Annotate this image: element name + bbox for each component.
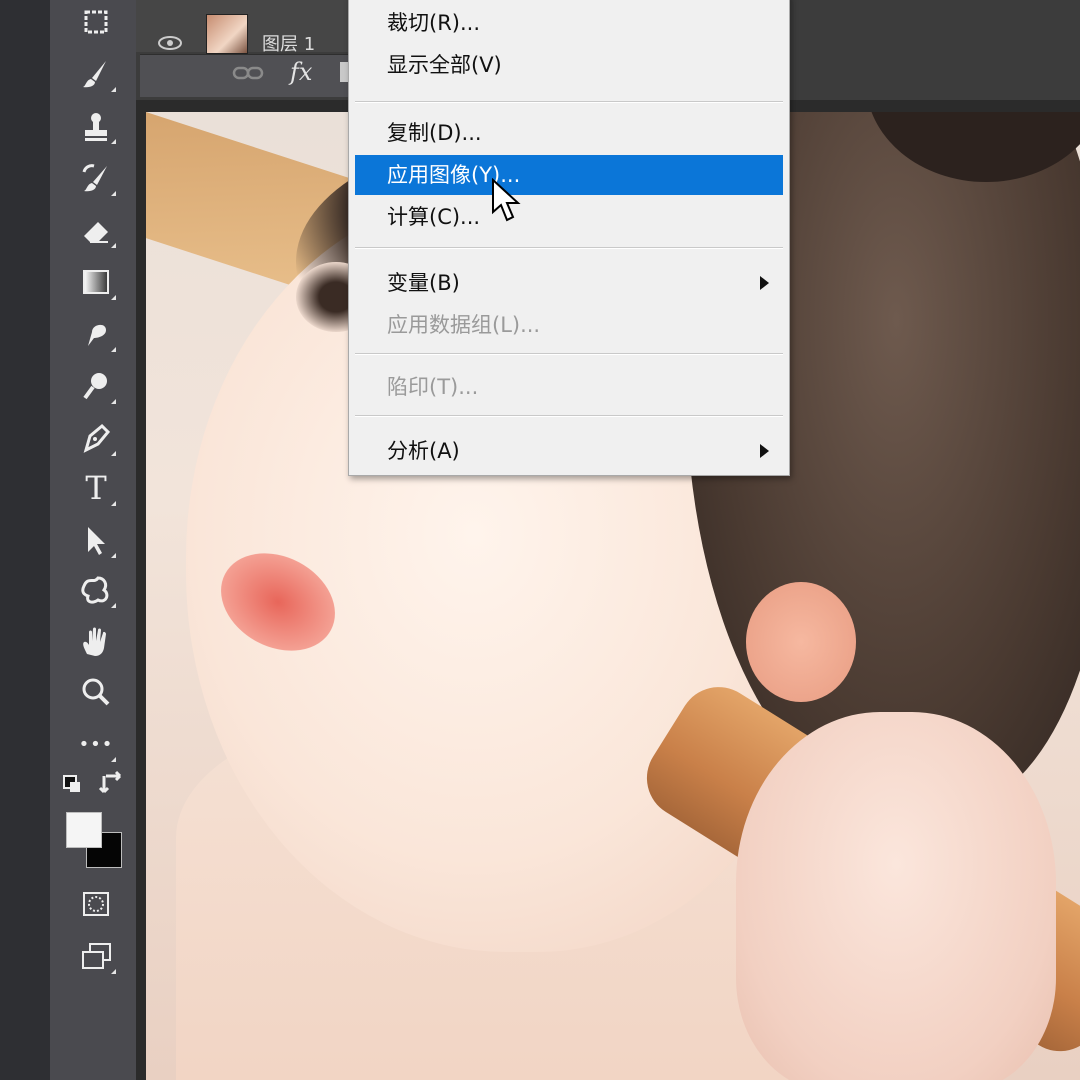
hand-icon[interactable] bbox=[74, 620, 118, 664]
menu-item-reveal-all[interactable]: 显示全部(V) bbox=[355, 45, 783, 85]
type-tool-glyph: T bbox=[85, 469, 107, 507]
submenu-arrow-icon bbox=[760, 276, 769, 290]
path-select-icon[interactable] bbox=[74, 518, 118, 562]
stamp-icon[interactable] bbox=[74, 104, 118, 148]
dodge-icon[interactable] bbox=[74, 364, 118, 408]
menu-item-apply-data-set: 应用数据组(L)... bbox=[387, 313, 541, 337]
eraser-icon[interactable] bbox=[74, 208, 118, 252]
menu-item-trim[interactable]: 裁切(R)... bbox=[355, 3, 783, 43]
submenu-arrow-icon bbox=[760, 444, 769, 458]
default-colors-icon[interactable] bbox=[58, 770, 88, 800]
menu-item-calculations[interactable]: 计算(C)... bbox=[355, 197, 783, 237]
menu-separator bbox=[355, 415, 783, 417]
more-icon[interactable]: ••• bbox=[74, 722, 118, 766]
visibility-eye-icon[interactable] bbox=[158, 36, 182, 50]
menu-item-analysis-label: 分析(A) bbox=[387, 439, 460, 463]
menu-item-variables-label: 变量(B) bbox=[387, 271, 460, 295]
gradient-icon[interactable] bbox=[74, 260, 118, 304]
custom-shape-icon[interactable] bbox=[74, 568, 118, 612]
menu-separator bbox=[355, 247, 783, 249]
layer-thumbnail[interactable] bbox=[206, 14, 248, 54]
left-gutter bbox=[0, 0, 50, 1080]
menu-item-duplicate[interactable]: 复制(D)... bbox=[355, 113, 783, 153]
mouse-cursor-icon bbox=[492, 178, 521, 222]
brush-icon[interactable] bbox=[74, 52, 118, 96]
menu-item-analysis[interactable]: 分析(A) bbox=[355, 431, 783, 471]
pen-icon[interactable] bbox=[74, 416, 118, 460]
menu-item-variables[interactable]: 变量(B) bbox=[355, 263, 783, 303]
history-brush-icon[interactable] bbox=[74, 156, 118, 200]
more-glyph: ••• bbox=[78, 733, 114, 755]
screen-mode-icon[interactable] bbox=[74, 934, 118, 978]
menu-separator bbox=[355, 353, 783, 355]
tools-panel: T ••• bbox=[50, 0, 136, 1080]
menu-item-trap: 陷印(T)... bbox=[387, 375, 479, 399]
marquee-icon[interactable] bbox=[74, 0, 118, 44]
type-icon[interactable]: T bbox=[74, 466, 118, 510]
menu-separator bbox=[355, 101, 783, 103]
swap-colors-icon[interactable] bbox=[96, 770, 126, 800]
quick-mask-icon[interactable] bbox=[74, 882, 118, 926]
add-mask-icon[interactable] bbox=[340, 62, 348, 82]
smudge-icon[interactable] bbox=[74, 312, 118, 356]
image-context-menu: 裁切(R)... 显示全部(V) 复制(D)... 应用图像(Y)... 计算(… bbox=[348, 0, 790, 476]
layer-name[interactable]: 图层 1 bbox=[262, 30, 315, 56]
foreground-color-swatch[interactable] bbox=[66, 812, 102, 848]
zoom-icon[interactable] bbox=[74, 670, 118, 714]
link-layers-icon[interactable] bbox=[232, 62, 264, 84]
menu-item-apply-image[interactable]: 应用图像(Y)... bbox=[355, 155, 783, 195]
layer-style-fx-button[interactable]: fx bbox=[290, 58, 312, 86]
